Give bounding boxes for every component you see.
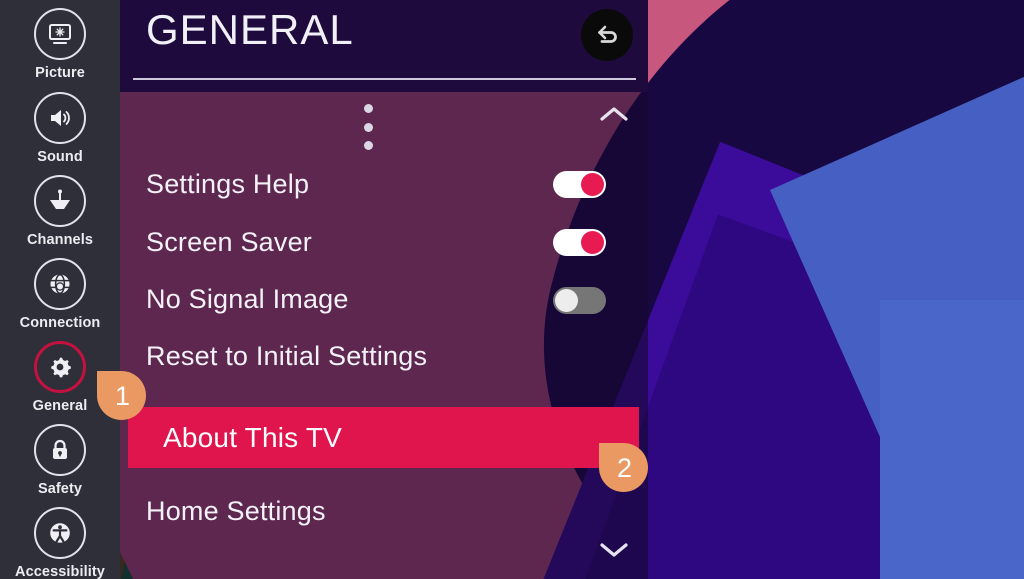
picture-icon [49,24,71,44]
scroll-up-button[interactable] [597,104,631,124]
toggle-knob [555,289,578,312]
menu-item-label: No Signal Image [146,283,349,314]
sidebar-item-safety[interactable]: Safety [0,424,120,497]
back-arrow-icon [598,25,617,43]
menu-item-label: Reset to Initial Settings [146,340,428,371]
sidebar-item-label: Picture [35,65,85,81]
kebab-dot [364,104,373,113]
sidebar-icon-ring [34,92,86,144]
chevron-down-icon [600,543,628,557]
callout-marker-2: 2 [599,443,648,492]
scroll-down-button[interactable] [597,540,631,560]
sidebar-item-label: Connection [19,315,101,331]
chevron-up-icon [600,107,628,121]
menu-item-label: About This TV [163,421,342,453]
sidebar-icon-ring [34,8,86,60]
toggle-settings-help[interactable] [553,171,606,198]
sidebar-item-picture[interactable]: Picture [0,8,120,81]
toggle-knob [581,231,604,254]
sidebar-item-label: General [32,398,88,414]
sidebar-item-accessibility[interactable]: Accessibility [0,507,120,579]
sidebar-item-sound[interactable]: Sound [0,92,120,165]
lock-icon [53,439,67,459]
toggle-screen-saver[interactable] [553,229,606,256]
tv-settings-screen: GENERAL Settings Help Screen Saver No Si… [0,0,1024,579]
header-divider [133,78,636,80]
toggle-no-signal-image[interactable] [553,287,606,314]
menu-item-label: Screen Saver [146,226,312,257]
sidebar-item-label: Channels [26,232,94,248]
menu-item-label: Home Settings [146,495,326,526]
kebab-dot [364,122,373,132]
callout-marker-1: 1 [97,371,146,420]
page-title: GENERAL [146,6,354,53]
sidebar-icon-ring [34,424,86,476]
sidebar-item-label: Safety [37,481,83,497]
network-globe-icon [50,273,70,295]
menu-item-label: Settings Help [146,168,310,199]
callout-number: 1 [114,381,131,411]
back-button[interactable] [581,9,633,61]
antenna-icon [50,189,70,209]
toggle-knob [581,173,604,196]
kebab-menu-icon[interactable] [363,104,374,150]
gear-icon [51,357,71,378]
menu-item-no-signal-image[interactable]: No Signal Image [146,278,616,320]
callout-number: 2 [616,453,633,483]
sidebar-icon-ring [34,175,86,227]
menu-item-home-settings[interactable]: Home Settings [146,490,616,532]
menu-item-screen-saver[interactable]: Screen Saver [146,221,616,263]
menu-item-about-this-tv[interactable]: About This TV [128,407,639,468]
sidebar-icon-ring [34,258,86,310]
menu-item-reset-to-initial-settings[interactable]: Reset to Initial Settings [146,335,616,377]
sidebar-icon-ring [34,507,86,559]
sidebar-item-channels[interactable]: Channels [0,175,120,248]
wallpaper-shape-blue2 [880,300,1024,579]
sidebar-icon-ring [34,341,86,393]
sidebar-item-label: Accessibility [15,564,105,579]
kebab-dot [364,141,373,150]
settings-sidebar: Picture Sound Channels Connection Genera… [0,0,120,579]
sidebar-item-label: Sound [37,149,83,165]
speaker-icon [51,110,70,126]
sidebar-item-connection[interactable]: Connection [0,258,120,331]
menu-item-settings-help[interactable]: Settings Help [146,163,616,205]
accessibility-person-icon [50,523,70,543]
